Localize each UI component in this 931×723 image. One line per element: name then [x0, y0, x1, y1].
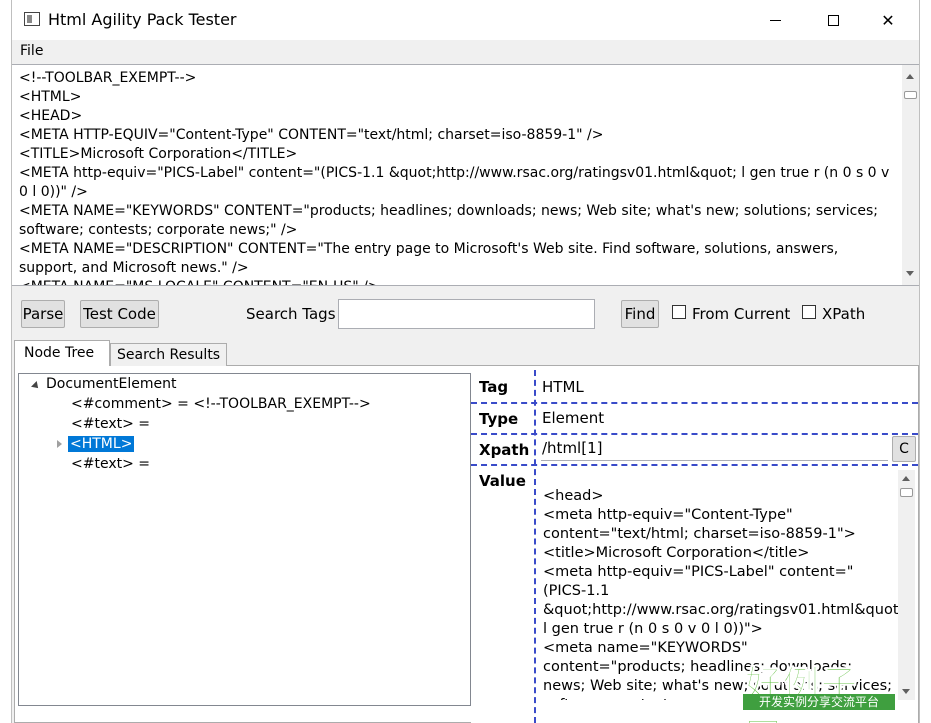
minimize-button[interactable] [752, 0, 798, 40]
maximize-icon [827, 14, 839, 26]
watermark-logo: 好例子网 开发实例分享交流平台 [743, 655, 895, 723]
search-tags-input[interactable] [338, 299, 595, 329]
tab-node-tree[interactable]: Node Tree [14, 340, 110, 366]
tag-label: Tag [479, 378, 509, 396]
tree-node-comment[interactable]: <#comment> = <!--TOOLBAR_EXEMPT--> [71, 395, 371, 414]
source-line: <META NAME="MS.LOCALE" CONTENT="EN-US" /… [19, 278, 891, 285]
scroll-up-icon[interactable] [906, 74, 914, 79]
title-bar: Html Agility Pack Tester ✕ [12, 0, 919, 40]
test-code-button[interactable]: Test Code [80, 300, 159, 328]
window-title: Html Agility Pack Tester [48, 10, 237, 29]
source-scrollbar[interactable] [902, 65, 919, 285]
html-source-editor[interactable]: <!--TOOLBAR_EXEMPT--> <HTML> <HEAD> <META H… [12, 64, 919, 286]
xpath-label[interactable]: XPath [822, 305, 865, 323]
type-label: Type [479, 410, 519, 428]
menu-bar: File [12, 40, 919, 64]
xpath-prop-label: Xpath [479, 441, 530, 459]
tree-node-html[interactable]: <HTML> [68, 435, 135, 454]
expand-closed-icon[interactable] [57, 440, 62, 448]
column-divider [534, 370, 536, 723]
node-tree[interactable]: DocumentElement <#comment> = <!--TOOLBAR… [18, 373, 471, 706]
tree-node-html-label[interactable]: <HTML> [68, 436, 135, 452]
source-line: <!--TOOLBAR_EXEMPT--> [19, 70, 197, 86]
watermark-title: 好例子网 [745, 664, 860, 723]
app-window: Html Agility Pack Tester ✕ File <!--TOOL… [11, 0, 920, 723]
scroll-down-icon[interactable] [906, 271, 914, 276]
row-divider [471, 464, 918, 466]
find-button[interactable]: Find [621, 300, 659, 328]
from-current-checkbox[interactable] [672, 305, 686, 319]
toolbar: Parse Test Code Search Tags Find From Cu… [12, 287, 919, 337]
source-line: <HEAD> [19, 108, 83, 124]
tree-node-text[interactable]: <#text> = [71, 415, 150, 434]
source-line: <META HTTP-EQUIV="Content-Type" CONTENT=… [19, 127, 604, 143]
source-line: <META http-equiv="PICS-Label" content="(… [19, 165, 894, 200]
scroll-thumb[interactable] [904, 91, 917, 99]
close-button[interactable]: ✕ [865, 0, 911, 40]
tag-value: HTML [542, 378, 584, 396]
xpath-checkbox[interactable] [802, 305, 816, 319]
source-line: <HTML> [19, 89, 82, 105]
scroll-thumb[interactable] [900, 488, 913, 497]
tree-node-document-element[interactable]: DocumentElement [46, 375, 177, 394]
copy-xpath-button[interactable]: C [892, 436, 916, 462]
parse-button[interactable]: Parse [21, 300, 65, 328]
value-scrollbar[interactable] [898, 470, 915, 700]
watermark-subtitle: 开发实例分享交流平台 [743, 694, 895, 710]
source-line: <META NAME="DESCRIPTION" CONTENT="The en… [19, 241, 843, 276]
scroll-down-icon[interactable] [902, 689, 910, 694]
row-divider [471, 402, 918, 404]
value-label: Value [479, 472, 526, 490]
from-current-label[interactable]: From Current [692, 305, 790, 323]
xpath-underline [541, 460, 888, 461]
maximize-button[interactable] [810, 0, 856, 40]
source-line: <TITLE>Microsoft Corporation</TITLE> [19, 146, 298, 162]
menu-file[interactable]: File [20, 43, 43, 59]
search-tags-label: Search Tags [246, 305, 336, 323]
tab-search-results[interactable]: Search Results [110, 343, 227, 366]
scroll-up-icon[interactable] [902, 476, 910, 481]
source-line: <META NAME="KEYWORDS" CONTENT="products;… [19, 203, 883, 238]
tree-node-text[interactable]: <#text> = [71, 455, 150, 474]
close-icon: ✕ [881, 10, 895, 30]
minimize-icon [769, 19, 781, 21]
xpath-value[interactable]: /html[1] [542, 439, 602, 457]
expand-open-icon[interactable] [31, 381, 41, 391]
source-text: <!--TOOLBAR_EXEMPT--> <HTML> <HEAD> <META H… [19, 69, 894, 285]
app-icon [24, 12, 40, 26]
type-value: Element [542, 409, 605, 427]
row-divider [471, 433, 918, 435]
